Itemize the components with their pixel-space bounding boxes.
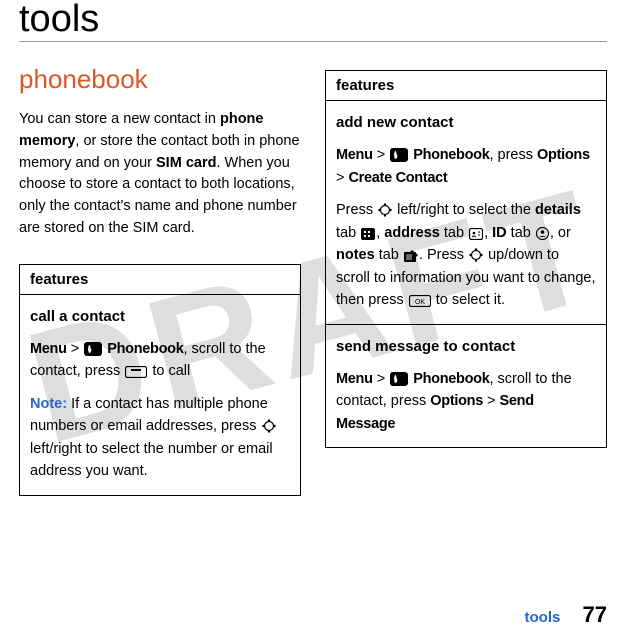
step-text: , press (489, 147, 537, 163)
row-title: send message to contact (336, 335, 596, 358)
table-row: call a contact Menu > Phonebook, scroll … (20, 295, 300, 496)
phonebook-icon (390, 148, 408, 162)
gt: > (487, 393, 495, 409)
address-tab-icon (469, 228, 483, 240)
left-features-table: features call a contact Menu > Phonebook… (19, 264, 301, 496)
note-label: Note: (30, 396, 67, 412)
phonebook-icon (390, 372, 408, 386)
right-features-table: features add new contact Menu > Phoneboo… (325, 70, 607, 448)
row-step: Press left/right to select the details t… (336, 199, 596, 311)
row-note: Note: If a contact has multiple phone nu… (30, 393, 290, 483)
table-header: features (20, 264, 300, 295)
notes-label: notes (336, 247, 375, 263)
step-text: tab (507, 225, 535, 241)
step-text: , (484, 225, 492, 241)
gt: > (377, 147, 385, 163)
step-text: left/right to select the (393, 202, 535, 218)
row-step: Menu > Phonebook, press Options > Create… (336, 144, 596, 189)
intro-paragraph: You can store a new contact in phone mem… (19, 109, 301, 240)
svg-text:OK: OK (415, 299, 425, 306)
phonebook-label: Phonebook (107, 341, 183, 357)
nav-key-icon (469, 248, 483, 262)
step-text: tab (336, 225, 360, 241)
step-text: , or (550, 225, 571, 241)
footer: tools 77 (525, 602, 608, 628)
call-key-icon (125, 366, 147, 378)
options-label: Options (430, 393, 483, 409)
columns: phonebook You can store a new contact in… (19, 42, 607, 496)
gt: > (377, 371, 385, 387)
id-tab-icon (536, 227, 549, 240)
row-title: call a contact (30, 305, 290, 328)
note-text: left/right to select the number or email… (30, 441, 273, 479)
row-title: add new contact (336, 111, 596, 134)
options-label: Options (537, 147, 590, 163)
nav-key-icon (262, 419, 276, 433)
table-row: send message to contact Menu > Phonebook… (326, 325, 606, 449)
phonebook-label: Phonebook (413, 147, 489, 163)
right-column: features add new contact Menu > Phoneboo… (325, 42, 607, 496)
ok-key-icon: OK (409, 295, 431, 307)
intro-bold-2: SIM card (156, 155, 216, 171)
phonebook-label: Phonebook (413, 371, 489, 387)
menu-label: Menu (30, 341, 67, 357)
gt: > (71, 341, 79, 357)
nav-key-icon (378, 203, 392, 217)
table-row: add new contact Menu > Phonebook, press … (326, 101, 606, 325)
gt: > (336, 170, 344, 186)
step-text: to call (148, 363, 190, 379)
footer-label: tools (525, 609, 561, 626)
intro-text: You can store a new contact in (19, 111, 220, 127)
address-label: address (384, 225, 440, 241)
menu-label: Menu (336, 371, 373, 387)
section-heading: phonebook (19, 64, 301, 95)
left-column: phonebook You can store a new contact in… (19, 42, 301, 496)
table-header: features (326, 70, 606, 101)
row-step: Menu > Phonebook, scroll to the contact,… (336, 368, 596, 435)
page-content: tools phonebook You can store a new cont… (0, 0, 629, 496)
step-text: Press (336, 202, 377, 218)
details-label: details (535, 202, 581, 218)
menu-label: Menu (336, 147, 373, 163)
step-text: . Press (419, 247, 468, 263)
id-label: ID (492, 225, 507, 241)
details-tab-icon (361, 228, 375, 240)
step-text: tab (375, 247, 403, 263)
page-number: 77 (583, 602, 607, 627)
notes-tab-icon (404, 250, 418, 262)
create-contact-label: Create Contact (349, 170, 448, 186)
row-step: Menu > Phonebook, scroll to the contact,… (30, 338, 290, 383)
step-text: to select it. (432, 292, 505, 308)
phonebook-icon (84, 342, 102, 356)
page-title: tools (19, 0, 607, 42)
step-text: tab (440, 225, 468, 241)
